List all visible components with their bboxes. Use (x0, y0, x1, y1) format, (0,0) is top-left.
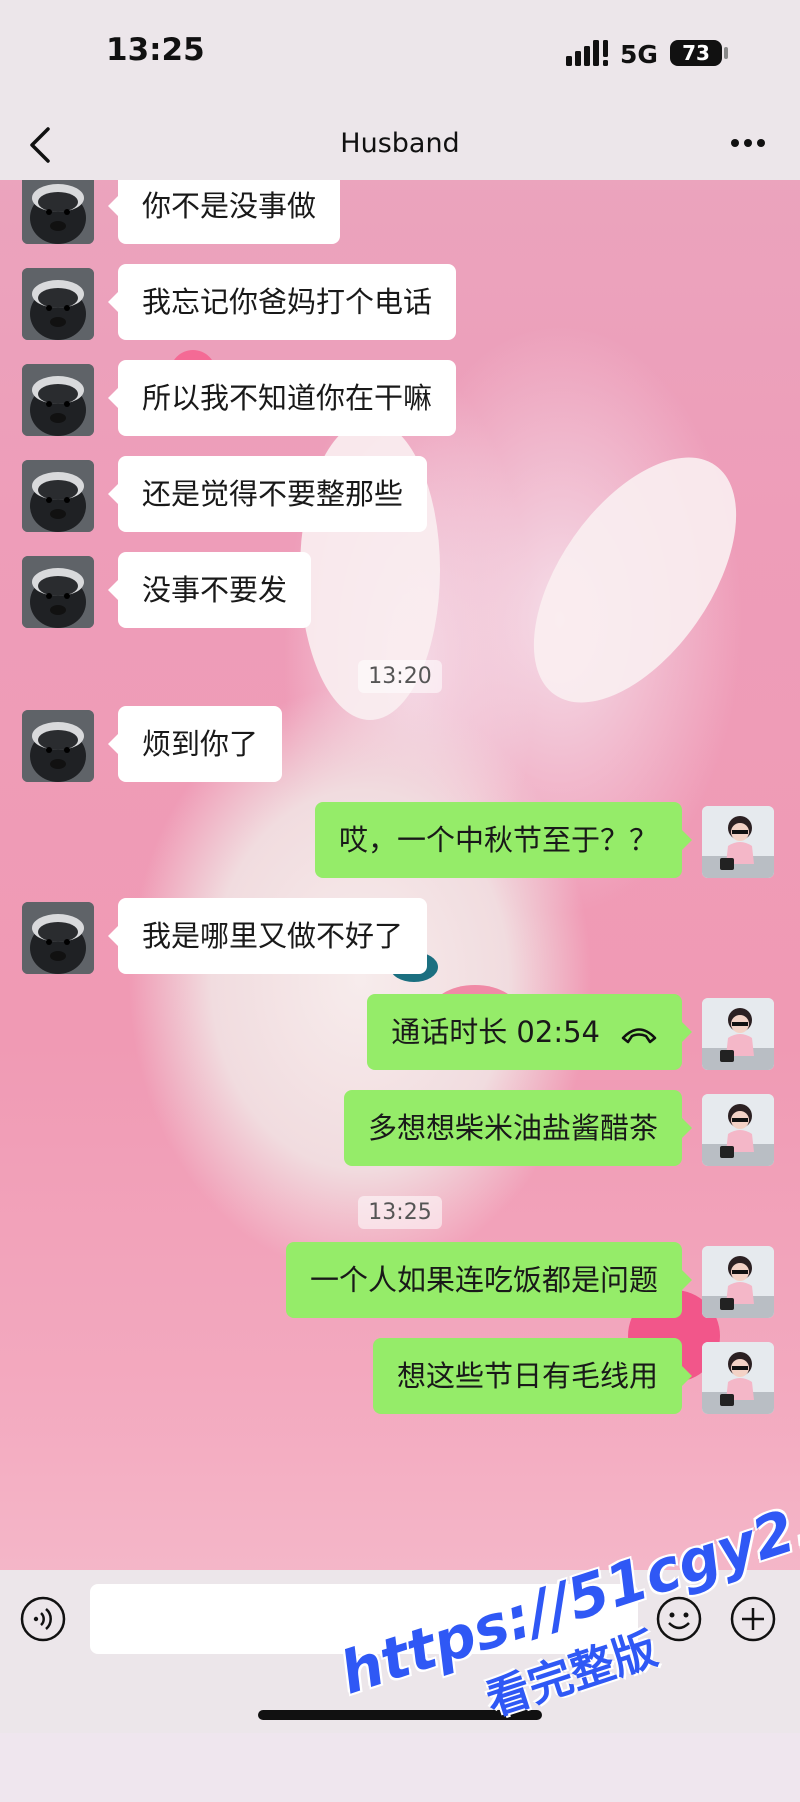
message-text: 我是哪里又做不好了 (142, 919, 404, 953)
my-avatar[interactable] (702, 1246, 774, 1318)
message-text: 所以我不知道你在干嘛 (142, 381, 433, 415)
status-time: 13:25 (106, 32, 205, 68)
message-text: 想这些节日有毛线用 (396, 1359, 658, 1393)
message-text: 通话时长 02:54 (391, 1015, 600, 1049)
contact-avatar[interactable] (22, 268, 94, 340)
message-text: 一个人如果连吃饭都是问题 (309, 1263, 658, 1297)
message-bubble[interactable]: 哎，一个中秋节至于？？ (314, 802, 693, 878)
message-row-outgoing: 多想想柴米油盐酱醋茶 (0, 1090, 800, 1166)
emoji-icon[interactable] (656, 1596, 702, 1642)
message-bubble[interactable]: 烦到你了 (107, 706, 283, 782)
battery-icon: 73 (670, 40, 722, 66)
message-text: 还是觉得不要整那些 (142, 477, 404, 511)
message-list[interactable]: 你不是没事做我忘记你爸妈打个电话 所以我不知道你在干嘛 还是觉得不要整那些 没事不要发… (0, 180, 800, 1570)
message-row-incoming: 我忘记你爸妈打个电话 (0, 264, 800, 340)
message-bubble[interactable]: 我是哪里又做不好了 (107, 898, 428, 974)
message-row-incoming: 没事不要发 (0, 552, 800, 628)
message-text: 我忘记你爸妈打个电话 (142, 285, 433, 319)
home-indicator[interactable] (258, 1710, 542, 1720)
status-bar: 13:25 5G 73 (0, 0, 800, 110)
message-bubble[interactable]: 想这些节日有毛线用 (372, 1338, 693, 1414)
contact-avatar[interactable] (22, 460, 94, 532)
my-avatar[interactable] (702, 806, 774, 878)
message-bubble[interactable]: 没事不要发 (107, 552, 312, 628)
message-bubble[interactable]: 多想想柴米油盐酱醋茶 (343, 1090, 693, 1166)
message-bubble[interactable]: 所以我不知道你在干嘛 (107, 360, 457, 436)
message-row-incoming: 所以我不知道你在干嘛 (0, 360, 800, 436)
time-separator: 13:25 (0, 1196, 800, 1229)
message-bubble[interactable]: 还是觉得不要整那些 (107, 456, 428, 532)
message-bubble[interactable]: 你不是没事做 (107, 180, 341, 244)
contact-avatar[interactable] (22, 902, 94, 974)
contact-avatar[interactable] (22, 556, 94, 628)
message-row-outgoing: 哎，一个中秋节至于？？ (0, 802, 800, 878)
message-row-outgoing: 一个人如果连吃饭都是问题 (0, 1242, 800, 1318)
time-separator-label: 13:25 (358, 1196, 442, 1229)
contact-avatar[interactable] (22, 710, 94, 782)
message-row-outgoing: 想这些节日有毛线用 (0, 1338, 800, 1414)
chat-header: Husband (0, 110, 800, 180)
plus-icon[interactable] (730, 1596, 776, 1642)
voice-icon[interactable] (20, 1596, 66, 1642)
signal-icon (566, 40, 608, 66)
contact-avatar[interactable] (22, 180, 94, 244)
message-bubble[interactable]: 我忘记你爸妈打个电话 (107, 264, 457, 340)
message-input[interactable] (90, 1584, 638, 1654)
phone-icon (621, 1028, 657, 1044)
message-row-incoming: 还是觉得不要整那些 (0, 456, 800, 532)
my-avatar[interactable] (702, 1094, 774, 1166)
message-row-incoming: 你不是没事做 (0, 180, 800, 244)
more-dots-icon[interactable] (730, 136, 766, 150)
message-row-outgoing: 通话时长 02:54 (0, 994, 800, 1070)
input-bar (0, 1570, 800, 1733)
chat-title: Husband (340, 128, 460, 159)
message-text: 多想想柴米油盐酱醋茶 (367, 1111, 658, 1145)
message-text: 没事不要发 (142, 573, 288, 607)
my-avatar[interactable] (702, 998, 774, 1070)
time-separator-label: 13:20 (358, 660, 442, 693)
message-bubble[interactable]: 一个人如果连吃饭都是问题 (285, 1242, 693, 1318)
message-text: 烦到你了 (142, 727, 259, 761)
message-text: 你不是没事做 (142, 189, 317, 223)
message-text: 哎，一个中秋节至于？？ (338, 823, 658, 857)
contact-avatar[interactable] (22, 364, 94, 436)
call-record-bubble[interactable]: 通话时长 02:54 (367, 994, 692, 1070)
message-row-incoming: 我是哪里又做不好了 (0, 898, 800, 974)
time-separator: 13:20 (0, 660, 800, 693)
battery-tip (724, 47, 728, 59)
network-label: 5G (620, 40, 658, 69)
my-avatar[interactable] (702, 1342, 774, 1414)
message-row-incoming: 烦到你了 (0, 706, 800, 782)
